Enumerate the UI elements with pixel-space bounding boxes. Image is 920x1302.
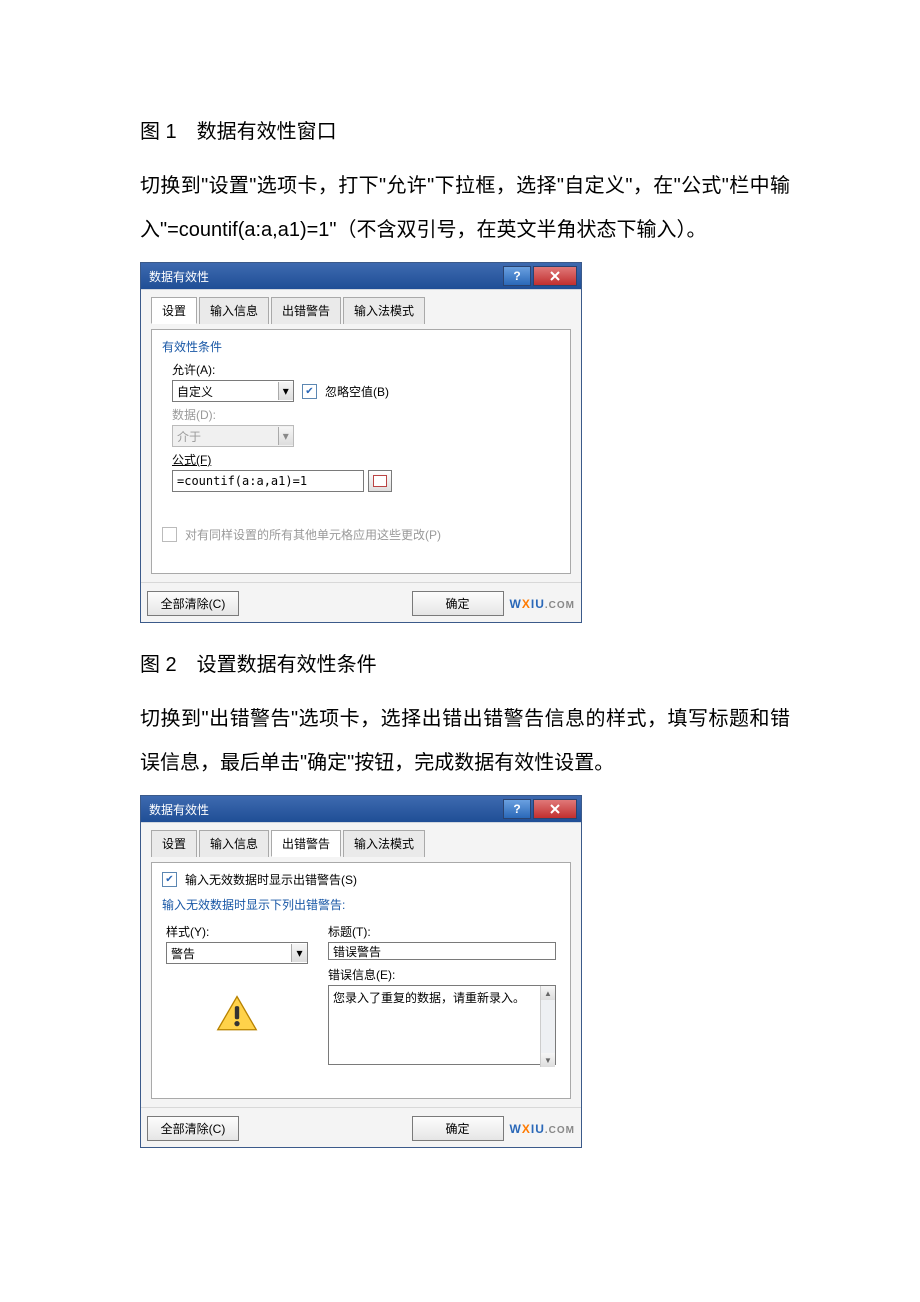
validation-criteria-legend: 有效性条件 [162,338,560,355]
data-validation-dialog-2: 数据有效性 ? 设置 输入信息 出错警告 输入法模式 ✔ 输入无效数据时显示出错… [140,795,582,1148]
allow-combo-input[interactable] [173,382,278,400]
tabs: 设置 输入信息 出错警告 输入法模式 [151,829,571,856]
watermark-logo: WXIU.COM [510,1122,575,1136]
watermark-logo: WXIU.COM [510,597,575,611]
close-button[interactable] [533,799,577,819]
scrollbar[interactable]: ▲ ▼ [540,986,555,1067]
show-alert-label: 输入无效数据时显示出错警告(S) [185,871,357,888]
titlebar[interactable]: 数据有效性 ? [141,263,581,289]
ignore-blank-checkbox[interactable]: ✔ [302,384,317,399]
help-button[interactable]: ? [503,266,531,286]
scroll-up-icon[interactable]: ▲ [541,986,555,1000]
close-icon [549,804,561,814]
apply-changes-label: 对有同样设置的所有其他单元格应用这些更改(P) [185,526,441,543]
scroll-down-icon[interactable]: ▼ [541,1053,555,1067]
help-button[interactable]: ? [503,799,531,819]
paragraph-2: 切换到"出错警告"选项卡，选择出错出错警告信息的样式，填写标题和错误信息，最后单… [140,697,790,785]
tab-error-alert[interactable]: 出错警告 [271,297,341,324]
data-label: 数据(D): [172,406,560,423]
tab-error-alert[interactable]: 出错警告 [271,830,341,857]
titlebar[interactable]: 数据有效性 ? [141,796,581,822]
allow-combo[interactable]: ▾ [172,380,294,402]
paragraph-1: 切换到"设置"选项卡，打下"允许"下拉框，选择"自定义"，在"公式"栏中输入"=… [140,164,790,252]
show-alert-checkbox[interactable]: ✔ [162,872,177,887]
title-label: 标题(T): [328,923,556,940]
range-select-button[interactable] [368,470,392,492]
title-input[interactable] [328,942,556,960]
data-validation-dialog-1: 数据有效性 ? 设置 输入信息 出错警告 输入法模式 有效性条件 允许(A): [140,262,582,623]
dialog-title: 数据有效性 [149,268,501,285]
style-combo[interactable]: ▾ [166,942,308,964]
ok-button[interactable]: 确定 [412,591,504,616]
chevron-down-icon[interactable]: ▾ [278,382,293,400]
error-message-textarea[interactable] [328,985,556,1065]
range-select-icon [373,475,387,487]
figure-caption-2: 图 2 设置数据有效性条件 [140,643,790,687]
tabs: 设置 输入信息 出错警告 输入法模式 [151,296,571,323]
ignore-blank-label: 忽略空值(B) [325,383,389,400]
apply-changes-checkbox [162,527,177,542]
dialog-title: 数据有效性 [149,801,501,818]
error-message-label: 错误信息(E): [328,966,556,983]
tab-content-error-alert: ✔ 输入无效数据时显示出错警告(S) 输入无效数据时显示下列出错警告: 样式(Y… [151,862,571,1099]
close-icon [549,271,561,281]
data-combo-input [173,427,278,445]
close-button[interactable] [533,266,577,286]
figure-caption-1: 图 1 数据有效性窗口 [140,110,790,154]
tab-ime-mode[interactable]: 输入法模式 [343,297,425,324]
tab-input-message[interactable]: 输入信息 [199,297,269,324]
chevron-down-icon: ▾ [278,427,293,445]
tab-settings[interactable]: 设置 [151,297,197,324]
tab-content-settings: 有效性条件 允许(A): ▾ ✔ 忽略空值(B) 数据(D): ▾ [151,329,571,574]
chevron-down-icon[interactable]: ▾ [291,944,307,962]
alert-section-label: 输入无效数据时显示下列出错警告: [162,896,560,913]
formula-label: 公式(F) [172,451,560,468]
allow-label: 允许(A): [172,361,560,378]
tab-ime-mode[interactable]: 输入法模式 [343,830,425,857]
tab-settings[interactable]: 设置 [151,830,197,857]
style-combo-input[interactable] [167,944,291,962]
ok-button[interactable]: 确定 [412,1116,504,1141]
clear-all-button[interactable]: 全部清除(C) [147,591,239,616]
formula-input[interactable] [172,470,364,492]
tab-input-message[interactable]: 输入信息 [199,830,269,857]
clear-all-button[interactable]: 全部清除(C) [147,1116,239,1141]
style-label: 样式(Y): [166,923,316,940]
data-combo: ▾ [172,425,294,447]
warning-icon [216,994,258,1034]
